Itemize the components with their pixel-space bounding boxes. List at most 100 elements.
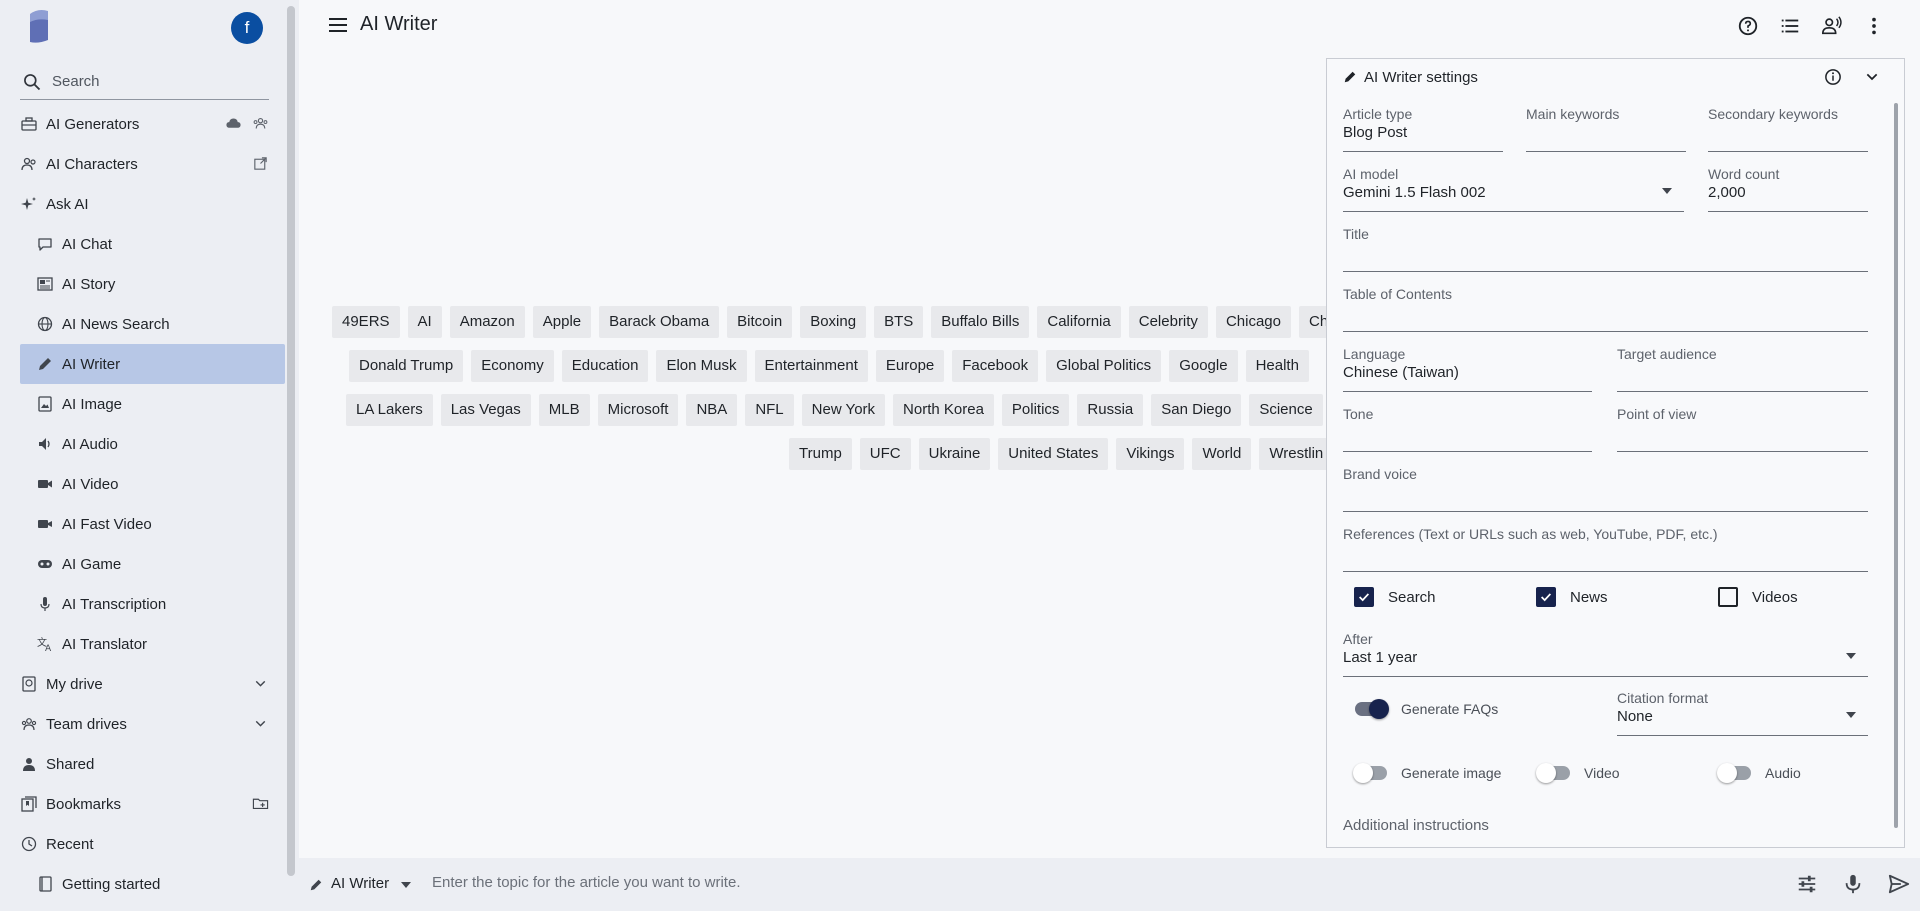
sidebar-item-ai-characters[interactable]: AI Characters <box>20 144 285 184</box>
chevron-down-icon[interactable] <box>252 675 269 692</box>
table-of-contents-field[interactable]: Table of Contents <box>1343 286 1868 332</box>
video-toggle[interactable]: Video <box>1536 763 1620 783</box>
generate-faqs-toggle[interactable]: Generate FAQs <box>1355 699 1498 719</box>
secondary-keywords-field[interactable]: Secondary keywords <box>1708 106 1868 152</box>
topic-chip[interactable]: New York <box>801 394 886 426</box>
topic-chip[interactable]: Global Politics <box>1046 350 1162 382</box>
citation-format-select[interactable]: Citation format None <box>1617 690 1868 736</box>
topic-chip[interactable]: Russia <box>1077 394 1144 426</box>
topic-chip[interactable]: Las Vegas <box>440 394 531 426</box>
sidebar-item-team-drives[interactable]: Team drives <box>20 704 285 744</box>
language-field[interactable]: Language Chinese (Taiwan) <box>1343 346 1592 392</box>
sidebar-item-ai-generators[interactable]: AI Generators <box>20 104 285 144</box>
topic-chip[interactable]: Google <box>1169 350 1238 382</box>
sidebar-item-ai-writer[interactable]: AI Writer <box>20 344 285 384</box>
topic-chip[interactable]: LA Lakers <box>346 394 433 426</box>
menu-icon[interactable] <box>327 16 349 34</box>
topic-chip[interactable]: Health <box>1245 350 1309 382</box>
chevron-down-icon[interactable] <box>1864 69 1880 85</box>
topic-chip[interactable]: 49ERS <box>332 306 400 338</box>
search-input[interactable]: Search <box>20 64 269 100</box>
sidebar-item-ai-video[interactable]: AI Video <box>20 464 285 504</box>
topic-chip[interactable]: Trump <box>789 438 852 470</box>
references-field[interactable]: References (Text or URLs such as web, Yo… <box>1343 526 1868 572</box>
topic-chip[interactable]: Economy <box>471 350 554 382</box>
sidebar-item-ai-audio[interactable]: AI Audio <box>20 424 285 464</box>
topic-chip[interactable]: Donald Trump <box>349 350 464 382</box>
topic-chip[interactable]: Education <box>561 350 649 382</box>
topic-chip[interactable]: Wrestlin <box>1259 438 1326 470</box>
topic-input[interactable]: Enter the topic for the article you want… <box>432 874 740 891</box>
panel-scrollbar[interactable] <box>1894 103 1898 828</box>
topic-chip[interactable]: Entertainment <box>754 350 868 382</box>
panel-header[interactable]: AI Writer settings <box>1327 59 1904 97</box>
after-select[interactable]: After Last 1 year <box>1343 631 1868 677</box>
topic-chip[interactable]: MLB <box>538 394 590 426</box>
topic-chip[interactable]: World <box>1192 438 1252 470</box>
more-vert-icon[interactable] <box>1862 14 1886 38</box>
sidebar-item-recent[interactable]: Recent <box>20 824 285 864</box>
dropdown-arrow-icon[interactable] <box>401 882 411 888</box>
topic-chip[interactable]: Microsoft <box>597 394 679 426</box>
list-icon[interactable] <box>1778 14 1802 38</box>
topic-chip[interactable]: Boxing <box>800 306 867 338</box>
topic-chip[interactable]: Bitcoin <box>727 306 793 338</box>
topic-chip[interactable]: Barack Obama <box>599 306 720 338</box>
topic-chip[interactable]: Ukraine <box>918 438 991 470</box>
app-logo[interactable] <box>26 8 50 44</box>
sidebar-item-ai-chat[interactable]: AI Chat <box>20 224 285 264</box>
voice-people-icon[interactable] <box>1820 14 1844 38</box>
topic-chip[interactable]: BTS <box>874 306 924 338</box>
sidebar-item-my-drive[interactable]: My drive <box>20 664 285 704</box>
sidebar-item-ai-translator[interactable]: 文A AI Translator <box>20 624 285 664</box>
sidebar-item-ai-image[interactable]: AI Image <box>20 384 285 424</box>
topic-chip[interactable]: AI <box>407 306 442 338</box>
sidebar-item-ai-story[interactable]: AI Story <box>20 264 285 304</box>
topic-chip[interactable]: NFL <box>745 394 794 426</box>
topic-chip[interactable]: Politics <box>1001 394 1070 426</box>
info-icon[interactable] <box>1824 68 1842 86</box>
article-type-field[interactable]: Article type Blog Post <box>1343 106 1503 152</box>
topic-chip[interactable]: Science <box>1249 394 1323 426</box>
cloud-icon[interactable] <box>225 115 242 132</box>
sidebar-item-ai-transcription[interactable]: AI Transcription <box>20 584 285 624</box>
open-external-icon[interactable] <box>252 155 269 172</box>
topic-chip[interactable]: Buffalo Bills <box>931 306 1030 338</box>
sidebar-item-ask-ai[interactable]: Ask AI <box>20 184 285 224</box>
avatar[interactable]: f <box>231 12 263 44</box>
chevron-down-icon[interactable] <box>252 715 269 732</box>
topic-chip[interactable]: North Korea <box>893 394 994 426</box>
topic-chip[interactable]: Chi <box>1298 306 1326 338</box>
topic-chip[interactable]: Chicago <box>1215 306 1291 338</box>
ai-model-select[interactable]: AI model Gemini 1.5 Flash 002 <box>1343 166 1684 212</box>
microphone-icon[interactable] <box>1841 872 1865 896</box>
tone-field[interactable]: Tone <box>1343 406 1592 452</box>
sidebar-item-ai-game[interactable]: AI Game <box>20 544 285 584</box>
search-checkbox[interactable]: Search <box>1354 587 1436 607</box>
main-keywords-field[interactable]: Main keywords <box>1526 106 1686 152</box>
sidebar-item-ai-news-search[interactable]: AI News Search <box>20 304 285 344</box>
send-icon[interactable] <box>1887 872 1911 896</box>
group-icon[interactable] <box>252 115 269 132</box>
add-folder-icon[interactable] <box>252 795 269 812</box>
brand-voice-field[interactable]: Brand voice <box>1343 466 1868 512</box>
additional-instructions-field[interactable]: Additional instructions <box>1343 817 1489 834</box>
topic-chip[interactable]: San Diego <box>1151 394 1242 426</box>
sidebar-item-shared[interactable]: Shared <box>20 744 285 784</box>
topic-chip[interactable]: Elon Musk <box>656 350 747 382</box>
sidebar-item-bookmarks[interactable]: Bookmarks <box>20 784 285 824</box>
tune-icon[interactable] <box>1795 872 1819 896</box>
news-checkbox[interactable]: News <box>1536 587 1608 607</box>
target-audience-field[interactable]: Target audience <box>1617 346 1868 392</box>
word-count-field[interactable]: Word count 2,000 <box>1708 166 1868 212</box>
help-icon[interactable] <box>1736 14 1760 38</box>
sidebar-item-ai-fast-video[interactable]: AI Fast Video <box>20 504 285 544</box>
generate-image-toggle[interactable]: Generate image <box>1353 763 1501 783</box>
topic-chip[interactable]: Vikings <box>1116 438 1185 470</box>
topic-chip[interactable]: Celebrity <box>1128 306 1208 338</box>
topic-chip[interactable]: Apple <box>532 306 592 338</box>
audio-toggle[interactable]: Audio <box>1717 763 1801 783</box>
sidebar-item-getting-started[interactable]: Getting started <box>20 864 285 904</box>
videos-checkbox[interactable]: Videos <box>1718 587 1798 607</box>
point-of-view-field[interactable]: Point of view <box>1617 406 1868 452</box>
